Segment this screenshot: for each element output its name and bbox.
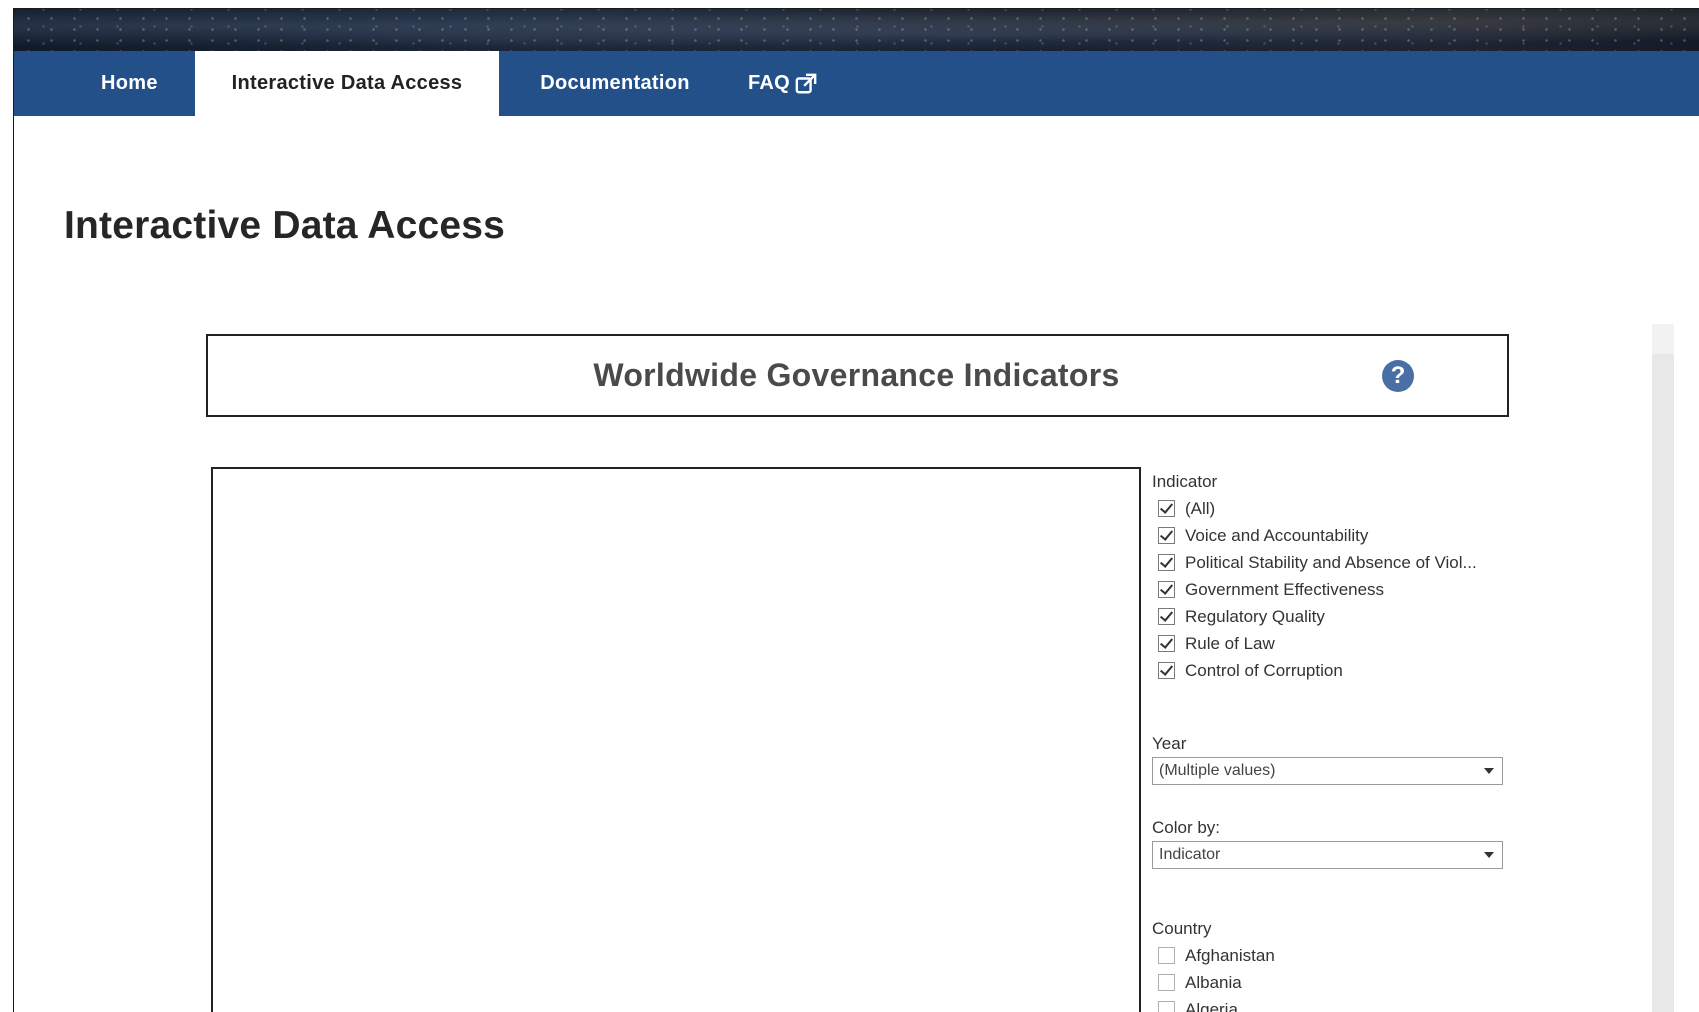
app-window: Home Interactive Data Access Documentati… <box>13 8 1699 1012</box>
checkbox-unchecked[interactable] <box>1158 974 1175 991</box>
checkbox-checked[interactable] <box>1158 554 1175 571</box>
country-filter-list: Afghanistan Albania Algeria <box>1152 942 1522 1012</box>
indicator-option-label: Political Stability and Absence of Viol.… <box>1185 553 1477 573</box>
year-filter-label: Year <box>1152 731 1522 757</box>
checkbox-checked[interactable] <box>1158 662 1175 679</box>
nav-interactive-data-access-label: Interactive Data Access <box>232 72 463 95</box>
banner-city-lights <box>14 9 1699 51</box>
page-title: Interactive Data Access <box>64 204 505 248</box>
indicator-option-label: Control of Corruption <box>1185 661 1343 681</box>
checkbox-checked[interactable] <box>1158 608 1175 625</box>
indicator-option-government-effectiveness[interactable]: Government Effectiveness <box>1152 576 1522 603</box>
checkbox-unchecked[interactable] <box>1158 1001 1175 1012</box>
nav-documentation[interactable]: Documentation <box>499 51 731 116</box>
year-dropdown[interactable]: (Multiple values) <box>1152 757 1503 785</box>
filter-spacer <box>1152 684 1522 731</box>
indicator-option-rule-of-law[interactable]: Rule of Law <box>1152 630 1522 657</box>
color-by-dropdown-value: Indicator <box>1159 846 1220 864</box>
main-navbar: Home Interactive Data Access Documentati… <box>14 51 1699 116</box>
country-filter-label: Country <box>1152 916 1522 942</box>
nav-interactive-data-access[interactable]: Interactive Data Access <box>195 51 499 116</box>
indicator-filter-list: (All) Voice and Accountability Political… <box>1152 495 1522 684</box>
help-icon-glyph: ? <box>1391 362 1406 390</box>
nav-documentation-label: Documentation <box>540 72 689 95</box>
header-banner-image <box>14 9 1699 51</box>
country-option-label: Algeria <box>1185 1000 1238 1012</box>
country-option-label: Albania <box>1185 973 1242 993</box>
external-link-icon <box>795 73 817 95</box>
filters-panel: Indicator (All) Voice and Accountability… <box>1152 469 1522 1012</box>
indicator-option-voice-accountability[interactable]: Voice and Accountability <box>1152 522 1522 549</box>
indicator-option-control-of-corruption[interactable]: Control of Corruption <box>1152 657 1522 684</box>
dashboard-scrollbar[interactable] <box>1652 324 1674 1012</box>
indicator-option-label: Government Effectiveness <box>1185 580 1384 600</box>
dashboard-title: Worldwide Governance Indicators <box>593 357 1119 394</box>
checkbox-checked[interactable] <box>1158 581 1175 598</box>
caret-down-icon <box>1484 768 1494 774</box>
indicator-option-label: Regulatory Quality <box>1185 607 1325 627</box>
country-option-label: Afghanistan <box>1185 946 1275 966</box>
nav-home[interactable]: Home <box>14 51 195 116</box>
country-option-albania[interactable]: Albania <box>1152 969 1522 996</box>
dashboard-title-box: Worldwide Governance Indicators ? <box>206 334 1509 417</box>
checkbox-checked[interactable] <box>1158 635 1175 652</box>
indicator-option-label: Rule of Law <box>1185 634 1275 654</box>
help-icon[interactable]: ? <box>1382 360 1414 392</box>
indicator-option-political-stability[interactable]: Political Stability and Absence of Viol.… <box>1152 549 1522 576</box>
caret-down-icon <box>1484 852 1494 858</box>
filter-spacer <box>1152 869 1522 916</box>
nav-home-label: Home <box>101 72 158 95</box>
indicator-option-regulatory-quality[interactable]: Regulatory Quality <box>1152 603 1522 630</box>
checkbox-checked[interactable] <box>1158 500 1175 517</box>
filter-spacer <box>1152 785 1522 815</box>
indicator-filter-label: Indicator <box>1152 469 1522 495</box>
nav-faq[interactable]: FAQ <box>731 51 863 116</box>
checkbox-checked[interactable] <box>1158 527 1175 544</box>
scrollbar-top-segment[interactable] <box>1652 324 1674 354</box>
color-by-label: Color by: <box>1152 815 1522 841</box>
year-dropdown-value: (Multiple values) <box>1159 762 1275 780</box>
nav-faq-label: FAQ <box>748 72 790 95</box>
checkbox-unchecked[interactable] <box>1158 947 1175 964</box>
indicator-option-label: (All) <box>1185 499 1215 519</box>
visualization-area[interactable] <box>211 467 1141 1012</box>
color-by-dropdown[interactable]: Indicator <box>1152 841 1503 869</box>
indicator-option-label: Voice and Accountability <box>1185 526 1368 546</box>
country-option-afghanistan[interactable]: Afghanistan <box>1152 942 1522 969</box>
country-option-algeria[interactable]: Algeria <box>1152 996 1522 1012</box>
indicator-option-all[interactable]: (All) <box>1152 495 1522 522</box>
